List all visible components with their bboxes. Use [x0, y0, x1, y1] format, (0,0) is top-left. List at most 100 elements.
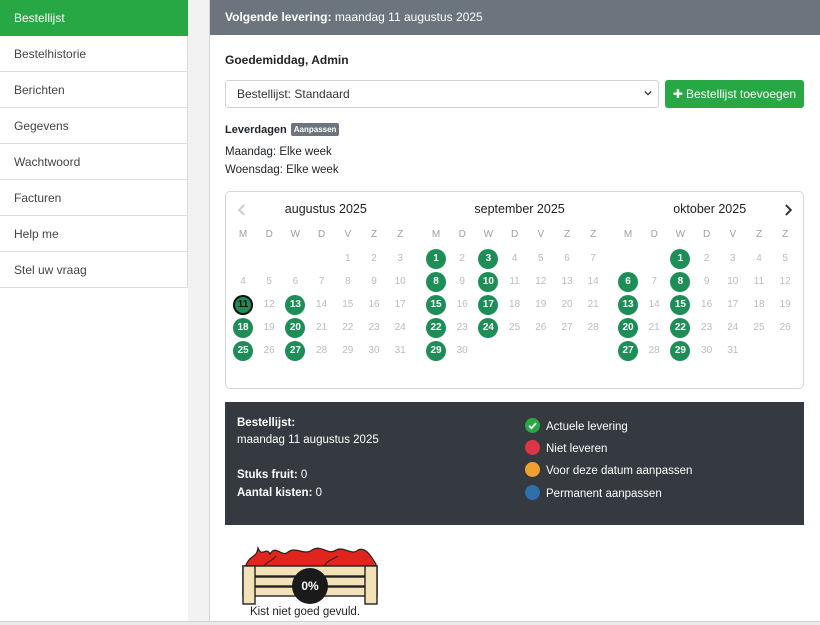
calendar-day: 12 — [779, 276, 791, 287]
calendar-day: 5 — [782, 253, 788, 264]
delivery-calendar: augustus 2025 M D W D V Z Z 1 2 3 4 5 6 7 8 9 10 11 12 13 14 1… — [225, 191, 804, 389]
sidebar-item-wachtwoord[interactable]: Wachtwoord — [0, 144, 188, 180]
calendar-day: 2 — [703, 253, 710, 264]
calendar-weekday: V — [729, 229, 737, 240]
calendar-delivery-day[interactable]: 1 — [426, 249, 446, 269]
calendar-day: 15 — [342, 299, 354, 310]
calendar-day: 2 — [371, 253, 377, 264]
legend-current-delivery-label: Actuele levering — [546, 421, 628, 433]
calendar-day: 14 — [316, 299, 328, 310]
calendar-day: 31 — [394, 345, 406, 356]
calendar-delivery-day[interactable]: 22 — [670, 318, 691, 338]
sidebar-item-facturen[interactable]: Facturen — [0, 180, 188, 216]
calendar-weekday: W — [675, 229, 686, 240]
calendar-delivery-day[interactable]: 20 — [618, 318, 638, 338]
calendar-day: 14 — [587, 276, 599, 287]
calendar-delivery-day[interactable]: 25 — [233, 341, 253, 361]
calendar-day: 19 — [263, 322, 275, 333]
add-order-list-button[interactable]: ✚ Bestellijst toevoegen — [665, 80, 804, 108]
calendar-day: 14 — [648, 299, 660, 310]
calendar-day: 17 — [727, 299, 739, 310]
calendar-delivery-day[interactable]: 13 — [618, 295, 638, 315]
prev-month-icon[interactable] — [235, 203, 249, 217]
calendar-weekday: M — [623, 229, 633, 240]
order-list-select[interactable]: Bestellijst: Standaard — [225, 80, 659, 108]
sidebar-item-gegevens[interactable]: Gegevens — [0, 108, 188, 144]
calendar-weekday: Z — [590, 229, 597, 240]
calendar-day: 16 — [701, 299, 713, 310]
legend-permanent: Permanent aanpassen — [525, 485, 662, 501]
calendar-delivery-day[interactable]: 15 — [426, 295, 446, 315]
calendar-day: 19 — [779, 299, 791, 310]
calendar-delivery-day[interactable]: 3 — [478, 249, 499, 269]
calendar-delivery-day[interactable]: 27 — [285, 341, 306, 361]
plus-icon: ✚ — [672, 87, 683, 101]
delivery-days-title: Leverdagen — [225, 124, 287, 136]
calendar-day: 17 — [394, 299, 406, 310]
sidebar-item-stel-uw-vraag[interactable]: Stel uw vraag — [0, 252, 188, 288]
calendar-delivery-day[interactable]: 8 — [426, 272, 446, 292]
calendar-delivery-day[interactable]: 13 — [285, 295, 306, 315]
calendar-delivery-day[interactable]: 24 — [478, 318, 499, 338]
calendar-day: 28 — [587, 322, 599, 333]
calendar-day: 9 — [371, 276, 377, 287]
calendar-weekday: W — [483, 229, 494, 240]
edit-delivery-badge[interactable]: Aanpassen — [290, 123, 340, 136]
calendar-delivery-day[interactable]: 29 — [426, 341, 446, 361]
sidebar-item-help-me[interactable]: Help me — [0, 216, 188, 252]
calendar-delivery-day[interactable]: 10 — [478, 272, 499, 292]
calendar-day: 2 — [459, 253, 465, 264]
calendar-weekday: D — [650, 229, 658, 240]
add-order-list-label: Bestellijst toevoegen — [685, 87, 797, 101]
calendar-day: 9 — [459, 276, 465, 287]
calendar-month-title: augustus 2025 — [284, 202, 367, 216]
calendar-weekday: V — [537, 229, 545, 240]
calendar-weekday: D — [702, 229, 711, 240]
calendar-day: 28 — [316, 345, 328, 356]
calendar-day: 25 — [509, 322, 521, 333]
summary-fruit-label: Stuks fruit: — [237, 469, 298, 481]
calendar-day: 13 — [561, 276, 573, 287]
calendar-delivery-day[interactable]: 15 — [670, 295, 691, 315]
calendar-day: 3 — [397, 253, 403, 264]
calendar-day: 22 — [342, 322, 354, 333]
calendar-delivery-day[interactable]: 18 — [233, 318, 253, 338]
orange-dot-icon — [525, 462, 540, 477]
calendar-day: 30 — [701, 345, 713, 356]
delivery-day-wednesday: Woensdag: Elke week — [225, 164, 339, 176]
sidebar-item-bestellijst[interactable]: Bestellijst — [0, 0, 188, 36]
next-delivery-bar: Volgende levering: maandag 11 augustus 2… — [210, 0, 820, 35]
calendar-delivery-day[interactable]: 6 — [618, 272, 638, 292]
calendar-day: 3 — [730, 253, 736, 264]
order-list-select-value: Bestellijst: Standaard — [237, 87, 350, 101]
next-month-icon[interactable] — [781, 203, 795, 217]
calendar-delivery-day[interactable]: 17 — [478, 295, 499, 315]
sidebar-item-bestelhistorie[interactable]: Bestelhistorie — [0, 36, 188, 72]
calendar-delivery-day[interactable]: 20 — [285, 318, 306, 338]
calendar-day: 4 — [756, 253, 762, 264]
calendar-day: 21 — [587, 299, 599, 310]
sidebar-item-berichten[interactable]: Berichten — [0, 72, 188, 108]
calendar-day: 24 — [394, 322, 406, 333]
legend-permanent-label: Permanent aanpassen — [546, 488, 662, 500]
delivery-days-heading: Leverdagen Aanpassen — [225, 123, 340, 136]
calendar-day: 18 — [509, 299, 521, 310]
calendar-delivery-day[interactable]: 29 — [670, 341, 691, 361]
calendar-day: 23 — [456, 322, 468, 333]
calendar-day: 26 — [535, 322, 547, 333]
calendar-day: 4 — [240, 276, 246, 287]
calendar-delivery-day[interactable]: 22 — [426, 318, 446, 338]
calendar-day: 31 — [727, 345, 739, 356]
legend-no-delivery-label: Niet leveren — [546, 443, 608, 455]
calendar-delivery-day[interactable]: 11 — [233, 295, 253, 315]
calendar-delivery-day[interactable]: 8 — [670, 272, 691, 292]
calendar-day: 30 — [368, 345, 380, 356]
calendar-day: 29 — [342, 345, 354, 356]
summary-fruit: Stuks fruit: 0 — [237, 469, 307, 481]
calendar-day: 7 — [318, 276, 325, 287]
calendar-day: 12 — [535, 276, 547, 287]
calendar-delivery-day[interactable]: 27 — [618, 341, 638, 361]
calendar-delivery-day[interactable]: 1 — [670, 249, 691, 269]
calendar-day: 30 — [456, 345, 468, 356]
sidebar: Bestellijst Bestelhistorie Berichten Geg… — [0, 0, 188, 625]
